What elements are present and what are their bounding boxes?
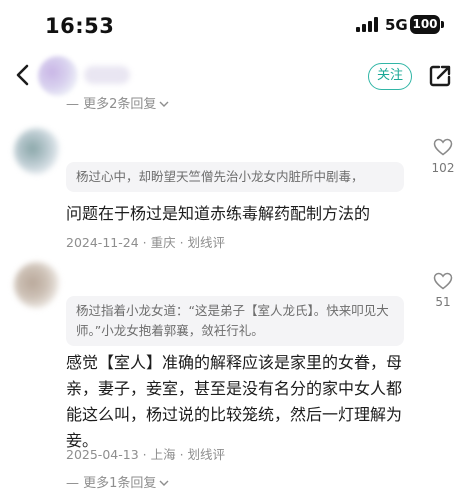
comment-location: 重庆 — [150, 235, 176, 250]
like-count: 102 — [431, 161, 455, 175]
commenter-avatar[interactable] — [14, 262, 60, 308]
meta-dot: · — [142, 447, 151, 462]
meta-dot: · — [142, 235, 151, 250]
quoted-text[interactable]: 杨过指着小龙女道：“这是弟子【室人龙氏】。快来叩见大师。”小龙女抱着郭襄，敛衽行… — [66, 296, 404, 346]
share-icon[interactable] — [428, 64, 452, 88]
meta-dot: · — [179, 235, 188, 250]
battery-tip — [441, 21, 444, 28]
dash: — — [66, 97, 84, 112]
more-replies-link[interactable]: — 更多1条回复 — [66, 472, 169, 491]
status-time: 16:53 — [45, 14, 115, 38]
follow-button[interactable]: 关注 — [368, 63, 412, 90]
comment-text[interactable]: 问题在于杨过是知道赤练毒解药配制方法的 — [66, 201, 370, 227]
more-replies-link-top[interactable]: — 更多2条回复 — [66, 93, 169, 112]
comment-meta: 2024-11-24 · 重庆 · 划线评 — [66, 232, 225, 251]
back-icon[interactable] — [12, 62, 34, 88]
comment-action[interactable]: 划线评 — [188, 235, 226, 250]
heart-icon — [433, 272, 453, 290]
comment-location: 上海 — [150, 447, 176, 462]
like-count: 51 — [435, 295, 451, 309]
comment-text[interactable]: 感觉【室人】准确的解释应该是家里的女眷，母亲，妻子，妾室，甚至是没有名分的家中女… — [66, 350, 411, 454]
comment-date: 2024-11-24 — [66, 235, 139, 250]
comment-meta: 2025-04-13 · 上海 · 划线评 — [66, 444, 225, 463]
network-type: 5G — [385, 16, 408, 34]
like-button[interactable]: 102 — [428, 138, 458, 175]
more-replies-label: 更多2条回复 — [83, 97, 157, 112]
like-button[interactable]: 51 — [428, 272, 458, 309]
status-bar: 16:53 5G 100 — [0, 0, 471, 50]
comment-date: 2025-04-13 — [66, 447, 139, 462]
dash: — — [66, 476, 84, 491]
heart-icon — [433, 138, 453, 156]
meta-dot: · — [179, 447, 188, 462]
battery-level: 100 — [412, 17, 438, 31]
chevron-down-icon — [159, 97, 169, 112]
chevron-down-icon — [159, 476, 169, 491]
quoted-text[interactable]: 杨过心中，却盼望天竺僧先治小龙女内脏所中剧毒， — [66, 162, 404, 192]
author-avatar[interactable] — [38, 56, 78, 96]
signal-icon — [356, 17, 378, 32]
comment-action[interactable]: 划线评 — [188, 447, 226, 462]
more-replies-label: 更多1条回复 — [83, 476, 157, 491]
battery-icon: 100 — [410, 15, 440, 34]
author-name-blurred[interactable] — [84, 66, 130, 84]
commenter-avatar[interactable] — [14, 128, 60, 174]
